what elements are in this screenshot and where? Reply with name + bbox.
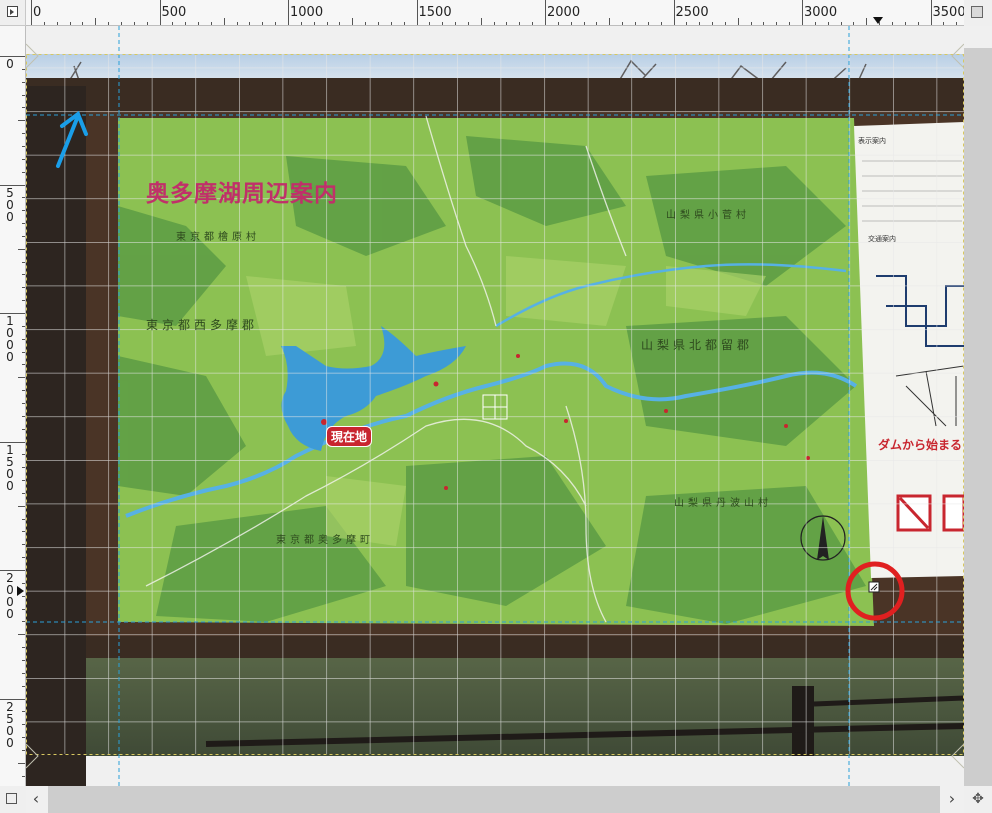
ruler-label: 0 [33, 5, 42, 20]
ruler-tick [31, 0, 32, 25]
ruler-tick [737, 18, 739, 25]
ruler-label: 2000 [6, 571, 14, 621]
resize-cursor-icon [868, 581, 880, 593]
navigate-icon: ✥ [972, 791, 984, 807]
traffic-title: 交通案内 [868, 235, 896, 243]
label-yamanashi-tabayama: 山梨県丹波山村 [674, 498, 772, 509]
ruler-tick [866, 18, 868, 25]
vertical-ruler[interactable]: 0 500 1000 1500 2000 2500 [0, 26, 26, 786]
ruler-label: 1500 [418, 5, 452, 20]
label-yamanashi-kosuge: 山梨県小菅村 [666, 210, 750, 221]
scroll-left-button[interactable]: ‹ [26, 789, 46, 809]
zoom-fit-icon [971, 6, 983, 18]
horizontal-scroll-thumb[interactable] [48, 786, 940, 813]
ruler-toggle-icon [7, 6, 18, 17]
ruler-tick [18, 634, 25, 636]
zoom-fit-button[interactable] [964, 0, 992, 26]
horizontal-scrollbar[interactable]: ‹ › [26, 786, 964, 813]
ruler-tick [18, 377, 25, 379]
ruler-label: 2500 [675, 5, 709, 20]
ruler-label: 1000 [6, 314, 14, 364]
ruler-tick [352, 18, 354, 25]
ruler-label: 1500 [6, 442, 14, 493]
ruler-label: 3000 [804, 5, 838, 20]
ruler-tick [802, 0, 803, 25]
quick-mask-button[interactable] [0, 786, 26, 813]
ruler-tick [95, 18, 97, 25]
ruler-label: 3500 [932, 5, 965, 20]
label-tokyo-hinohara: 東京都檜原村 [176, 232, 260, 243]
pointer-position-marker [17, 586, 24, 596]
current-location-badge: 現在地 [326, 426, 373, 447]
ruler-tick [18, 120, 25, 122]
pointer-position-marker [873, 17, 883, 24]
ruler-tick [480, 18, 482, 25]
label-tokyo-okutama: 東京都奥多摩町 [276, 535, 374, 546]
ruler-tick [609, 18, 611, 25]
dam-banner: ダムから始まる [878, 438, 963, 452]
image-canvas[interactable]: 奥多摩湖周辺案内 東京都檜原村 東京都西多摩郡 東京都奥多摩町 山梨県小菅村 山… [26, 26, 964, 786]
horizontal-ruler[interactable]: 0 500 1000 1500 2000 2500 3000 3500 [26, 0, 964, 26]
photo-canvas [26, 26, 964, 786]
ruler-tick [18, 248, 25, 250]
quick-mask-icon [6, 793, 17, 804]
scroll-right-button[interactable]: › [942, 789, 962, 809]
ruler-tick [159, 0, 161, 25]
ruler-tick [930, 0, 932, 25]
ruler-label: 500 [161, 5, 187, 20]
map-title: 奥多摩湖周辺案内 [146, 181, 338, 207]
ruler-toggle-button[interactable] [0, 0, 26, 26]
ruler-tick [416, 0, 418, 25]
navigate-button[interactable]: ✥ [964, 786, 992, 813]
ruler-label: 1000 [290, 5, 324, 20]
vertical-scroll-thumb[interactable] [964, 48, 992, 786]
vertical-scrollbar[interactable] [964, 26, 992, 786]
ruler-label: 2500 [6, 699, 14, 750]
ruler-tick [288, 0, 289, 25]
ruler-label: 0 [6, 57, 14, 71]
ruler-tick [18, 505, 25, 507]
ruler-tick [673, 0, 675, 25]
ruler-tick [18, 762, 25, 764]
label-yamanashi-kitatsuru: 山梨県北都留郡 [641, 338, 754, 352]
ruler-tick [545, 0, 546, 25]
legend-title: 表示案内 [858, 137, 886, 145]
label-tokyo-nishitama: 東京都西多摩郡 [146, 318, 259, 332]
ruler-label: 500 [6, 185, 14, 224]
ruler-label: 2000 [547, 5, 581, 20]
ruler-tick [223, 18, 225, 25]
